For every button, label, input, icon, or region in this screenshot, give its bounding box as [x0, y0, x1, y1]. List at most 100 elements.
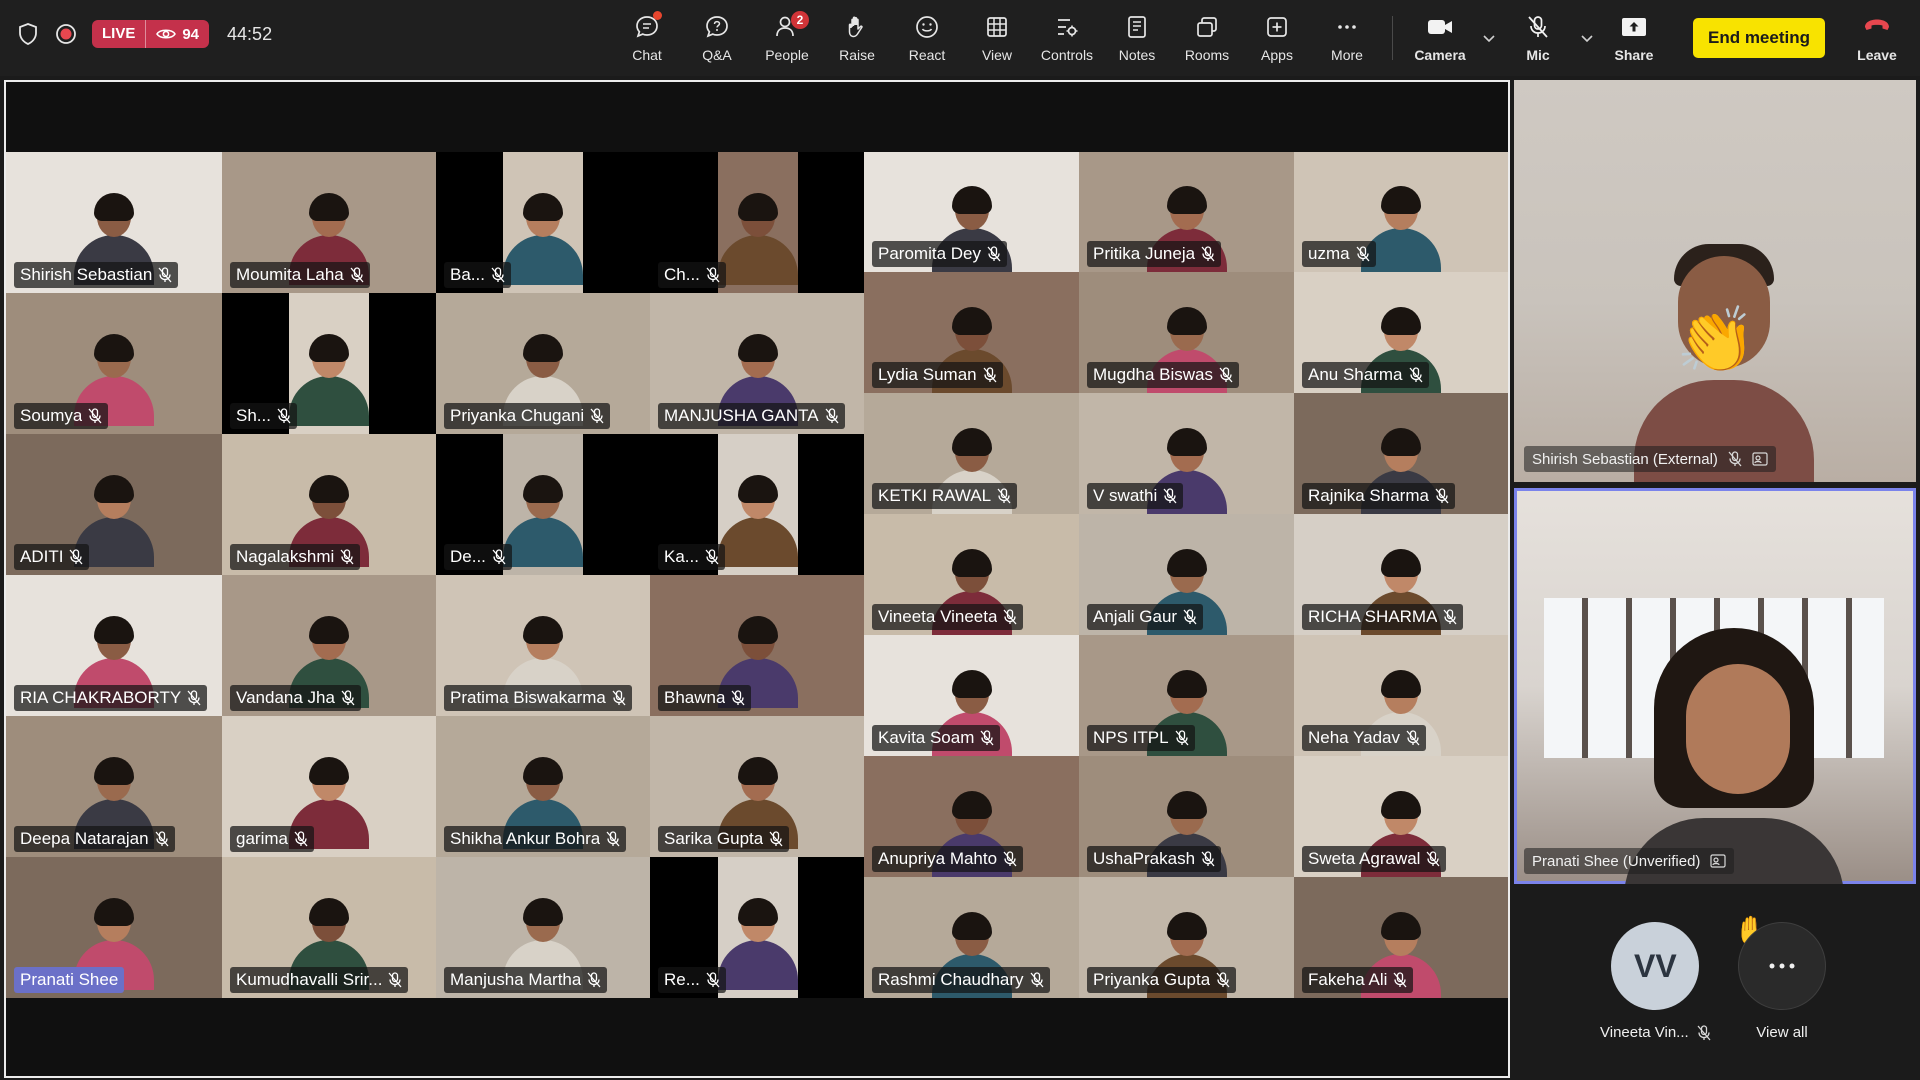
raise-hand-button[interactable]: Raise	[822, 0, 892, 76]
participant-name: Vandana Jha	[236, 688, 335, 707]
participant-tile[interactable]: Shikha Ankur Bohra	[436, 716, 650, 857]
rooms-button[interactable]: Rooms	[1172, 0, 1242, 76]
people-label: People	[765, 47, 809, 63]
participant-tile[interactable]: Kavita Soam	[864, 635, 1079, 756]
participant-name: ADITI	[20, 547, 64, 566]
mic-muted-icon	[1443, 609, 1457, 625]
participant-tile[interactable]: Pranati Shee	[6, 857, 222, 998]
live-indicator[interactable]: LIVE 94	[92, 20, 210, 48]
participant-tile[interactable]: MANJUSHA GANTA	[650, 293, 866, 434]
participant-tile[interactable]: UshaPrakash	[1079, 756, 1294, 877]
participant-tile[interactable]: Paromita Dey	[864, 152, 1079, 272]
participant-tile[interactable]: Re...	[650, 857, 866, 998]
participant-tile[interactable]: Pritika Juneja	[1079, 152, 1294, 272]
participant-name-tag: Pranati Shee	[14, 967, 125, 993]
mic-muted-icon	[769, 831, 783, 847]
participant-chip[interactable]: VV Vineeta Vin...	[1600, 922, 1711, 1041]
participant-tile[interactable]: Ka...	[650, 434, 866, 575]
participant-tile[interactable]: Anu Sharma	[1294, 272, 1508, 393]
participant-tile[interactable]: Neha Yadav	[1294, 635, 1508, 756]
participant-tile[interactable]: Lydia Suman	[864, 272, 1079, 393]
participant-tile[interactable]: Vandana Jha	[222, 575, 436, 716]
camera-options-chevron-icon[interactable]	[1477, 0, 1501, 76]
mic-muted-icon	[350, 267, 364, 283]
leave-button[interactable]: Leave	[1842, 0, 1912, 76]
participant-tile[interactable]: V swathi	[1079, 393, 1294, 514]
add-app-icon	[1263, 13, 1291, 41]
qa-label: Q&A	[702, 47, 732, 63]
participant-name: De...	[450, 547, 486, 566]
qa-button[interactable]: Q&A	[682, 0, 752, 76]
participant-tile[interactable]: De...	[436, 434, 650, 575]
participant-figure	[503, 475, 583, 567]
mic-options-chevron-icon[interactable]	[1575, 0, 1599, 76]
participant-tile[interactable]: Rashmi Chaudhary	[864, 877, 1079, 998]
participant-name-tag: V swathi	[1087, 483, 1184, 509]
participant-name: Rashmi Chaudhary	[878, 970, 1024, 989]
participant-tile[interactable]: Fakeha Ali	[1294, 877, 1508, 998]
participant-tile[interactable]: garima	[222, 716, 436, 857]
participant-tile[interactable]: Nagalakshmi	[222, 434, 436, 575]
participant-name-tag: Shirish Sebastian	[14, 262, 179, 288]
camera-button[interactable]: Camera	[1403, 0, 1477, 76]
participant-tile[interactable]: RIA CHAKRABORTY	[6, 575, 222, 716]
participant-tile[interactable]: KETKI RAWAL	[864, 393, 1079, 514]
controls-button[interactable]: Controls	[1032, 0, 1102, 76]
react-button[interactable]: React	[892, 0, 962, 76]
view-all-button[interactable]: View all	[1738, 922, 1826, 1041]
participant-video	[503, 434, 583, 575]
participant-tile[interactable]: Mugdha Biswas	[1079, 272, 1294, 393]
participant-tile[interactable]: ADITI	[6, 434, 222, 575]
active-speaker-video[interactable]: Pranati Shee (Unverified)	[1514, 488, 1916, 884]
side-video-label: Shirish Sebastian (External)	[1524, 446, 1776, 472]
participant-tile[interactable]: Vineeta Vineeta	[864, 514, 1079, 635]
recording-icon[interactable]	[54, 22, 78, 46]
participant-tile[interactable]: Shirish Sebastian	[6, 152, 222, 293]
side-video-shirish[interactable]: 👏 Shirish Sebastian (External)	[1514, 80, 1916, 482]
participant-tile[interactable]: Priyanka Gupta	[1079, 877, 1294, 998]
mic-muted-icon	[1697, 1024, 1711, 1040]
participant-name: Sh...	[236, 406, 271, 425]
participant-tile[interactable]: Sweta Agrawal	[1294, 756, 1508, 877]
participant-tile[interactable]: Kumudhavalli Srir...	[222, 857, 436, 998]
mic-muted-icon	[1003, 609, 1017, 625]
participant-tile[interactable]: uzma	[1294, 152, 1508, 272]
chat-button[interactable]: Chat	[612, 0, 682, 76]
participant-tile[interactable]: Anupriya Mahto	[864, 756, 1079, 877]
active-speaker-label: Pranati Shee (Unverified)	[1524, 848, 1735, 874]
participant-tile[interactable]: NPS ITPL	[1079, 635, 1294, 756]
participant-tile[interactable]: Bhawna	[650, 575, 866, 716]
mic-muted-icon	[705, 549, 719, 565]
participant-name: Sarika Gupta	[664, 829, 764, 848]
mic-muted-icon	[706, 267, 720, 283]
more-button[interactable]: More	[1312, 0, 1382, 76]
people-button[interactable]: 2 People	[752, 0, 822, 76]
apps-button[interactable]: Apps	[1242, 0, 1312, 76]
participant-tile[interactable]: Ba...	[436, 152, 650, 293]
participant-tile[interactable]: Pratima Biswakarma	[436, 575, 650, 716]
participant-tile[interactable]: Deepa Natarajan	[6, 716, 222, 857]
participant-name-tag: Priyanka Gupta	[1087, 967, 1237, 993]
end-meeting-button[interactable]: End meeting	[1693, 18, 1825, 58]
participant-tile[interactable]: Sarika Gupta	[650, 716, 866, 857]
participant-tile[interactable]: RICHA SHARMA	[1294, 514, 1508, 635]
participant-tile[interactable]: Sh...	[222, 293, 436, 434]
participant-tile[interactable]: Rajnika Sharma	[1294, 393, 1508, 514]
share-button[interactable]: Share	[1599, 0, 1669, 76]
participant-video	[503, 152, 583, 293]
camera-icon	[1426, 13, 1454, 41]
mic-muted-icon	[1728, 451, 1742, 467]
mic-muted-icon	[1163, 488, 1177, 504]
participant-tile[interactable]: Anjali Gaur	[1079, 514, 1294, 635]
mic-button[interactable]: Mic	[1501, 0, 1575, 76]
participant-tile[interactable]: Priyanka Chugani	[436, 293, 650, 434]
shield-icon[interactable]	[16, 22, 40, 46]
participant-tile[interactable]: Manjusha Martha	[436, 857, 650, 998]
participant-tile[interactable]: Moumita Laha	[222, 152, 436, 293]
view-button[interactable]: View	[962, 0, 1032, 76]
participant-tile[interactable]: Soumya	[6, 293, 222, 434]
participant-tile[interactable]: Ch...	[650, 152, 866, 293]
notes-button[interactable]: Notes	[1102, 0, 1172, 76]
participant-name: Priyanka Chugani	[450, 406, 585, 425]
participant-name: Manjusha Martha	[450, 970, 582, 989]
